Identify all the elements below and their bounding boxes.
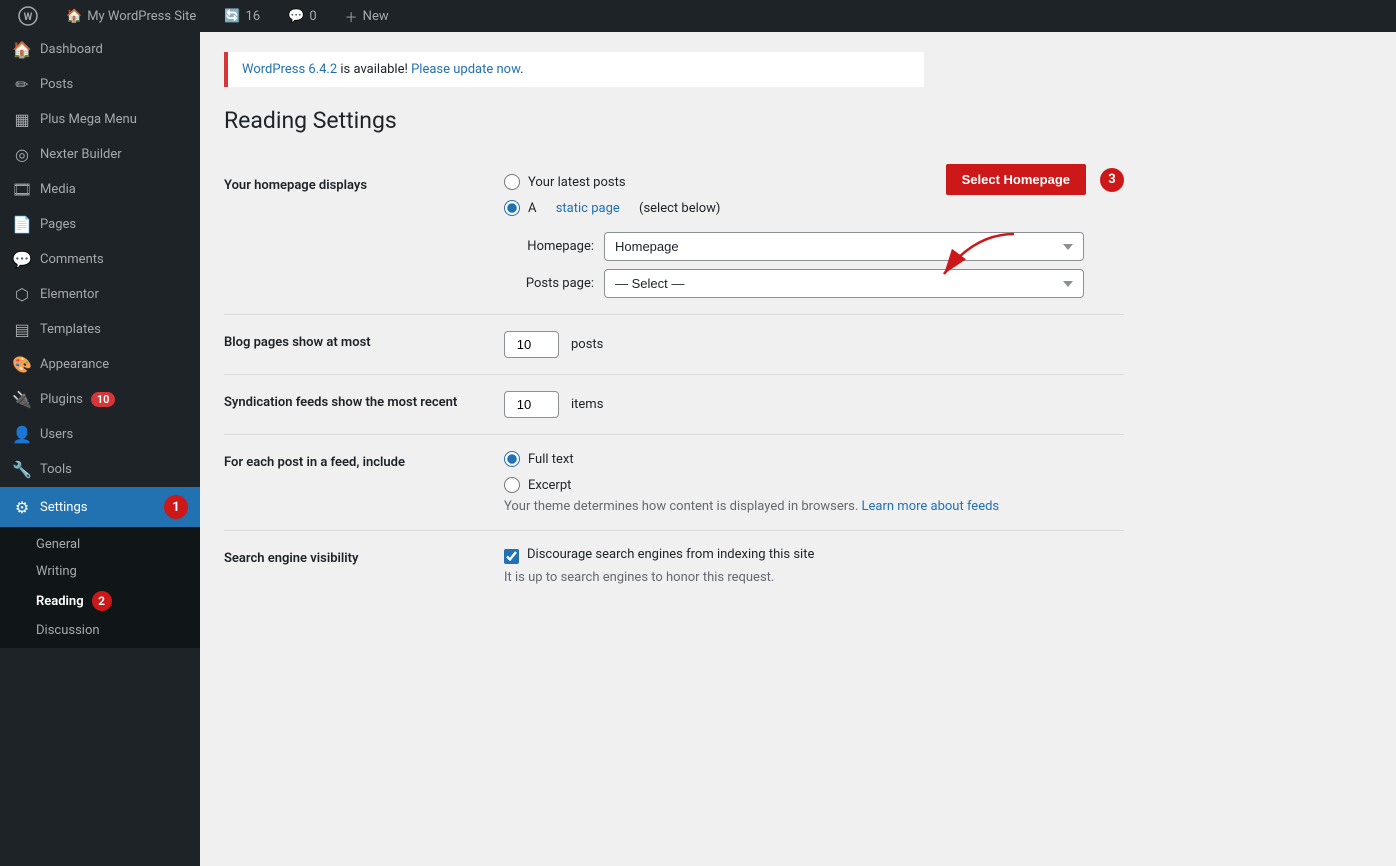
sidebar-sub-writing[interactable]: Writing [0,558,200,585]
select-homepage-button[interactable]: Select Homepage [946,164,1086,195]
posts-page-select[interactable]: — Select — [604,269,1084,298]
update-notice: WordPress 6.4.2 is available! Please upd… [224,52,924,87]
plus-icon: ＋ [345,7,358,26]
blog-pages-field: posts [504,315,1124,375]
syndication-input[interactable] [504,391,559,418]
new-button[interactable]: ＋ New [339,7,395,26]
sidebar-item-plugins[interactable]: 🔌 Plugins 10 [0,382,200,417]
sidebar-item-mega-menu[interactable]: ▦ Plus Mega Menu [0,102,200,137]
sidebar-item-elementor[interactable]: ⬡ Elementor [0,277,200,312]
wordpress-update-link[interactable]: WordPress 6.4.2 [242,62,337,77]
sidebar: 🏠 Dashboard ✏ Posts ▦ Plus Mega Menu ◎ N… [0,32,200,866]
sidebar-sub-reading[interactable]: Reading 2 [0,585,200,617]
full-text-option[interactable]: Full text [504,451,1124,467]
posts-page-select-row: Posts page: — Select — [504,269,1124,298]
media-icon: 🎞 [12,180,32,199]
static-page-link[interactable]: static page [556,201,620,216]
sidebar-item-nexter-builder[interactable]: ◎ Nexter Builder [0,137,200,172]
sidebar-item-settings[interactable]: ⚙ Settings 1 [0,487,200,527]
homepage-displays-label: Your homepage displays [224,158,504,315]
blog-pages-suffix: posts [571,337,603,352]
home-icon: 🏠 [66,9,82,24]
main-content: WordPress 6.4.2 is available! Please upd… [200,32,1396,866]
search-visibility-label: Search engine visibility [224,531,504,602]
layout: 🏠 Dashboard ✏ Posts ▦ Plus Mega Menu ◎ N… [0,32,1396,866]
static-page-radio[interactable] [504,200,520,216]
search-visibility-description: It is up to search engines to honor this… [504,570,1124,585]
sidebar-sub-discussion[interactable]: Discussion [0,617,200,644]
feed-include-row: For each post in a feed, include Full te… [224,435,1124,531]
pages-icon: 📄 [12,215,32,234]
search-visibility-option[interactable]: Discourage search engines from indexing … [504,547,1124,564]
search-visibility-row: Search engine visibility Discourage sear… [224,531,1124,602]
annotation-circle-1: 1 [164,495,188,519]
appearance-icon: 🎨 [12,355,32,374]
homepage-select-label: Homepage: [504,239,594,254]
svg-text:W: W [24,12,33,23]
sidebar-item-users[interactable]: 👤 Users [0,417,200,452]
syndication-suffix: items [571,397,603,412]
site-name-button[interactable]: 🏠 My WordPress Site [60,9,202,24]
sidebar-item-templates[interactable]: ▤ Templates [0,312,200,347]
page-title: Reading Settings [224,107,1372,134]
dashboard-icon: 🏠 [12,40,32,59]
syndication-field: items [504,375,1124,435]
excerpt-option[interactable]: Excerpt [504,477,1124,493]
updates-icon: 🔄 [224,9,240,24]
elementor-icon: ⬡ [12,285,32,304]
posts-icon: ✏ [12,75,32,94]
posts-page-label: Posts page: [504,276,594,291]
learn-more-feeds-link[interactable]: Learn more about feeds [862,499,1000,514]
search-visibility-checkbox[interactable] [504,549,519,564]
homepage-select[interactable]: Homepage [604,232,1084,261]
comments-nav-icon: 💬 [12,250,32,269]
homepage-displays-row: Your homepage displays Select Homepage 3 [224,158,1124,315]
plugins-badge: 10 [91,392,116,407]
annotation-circle-3: 3 [1100,168,1124,192]
sidebar-item-appearance[interactable]: 🎨 Appearance [0,347,200,382]
sidebar-sub-general[interactable]: General [0,531,200,558]
search-visibility-field: Discourage search engines from indexing … [504,531,1124,602]
comments-icon: 💬 [288,9,304,24]
settings-table: Your homepage displays Select Homepage 3 [224,158,1124,601]
feed-include-field: Full text Excerpt Your theme determines … [504,435,1124,531]
feed-radio-group: Full text Excerpt [504,451,1124,493]
wp-logo-button[interactable]: W [12,6,44,26]
sidebar-item-comments[interactable]: 💬 Comments [0,242,200,277]
homepage-displays-field: Select Homepage 3 Your latest posts [504,158,1124,315]
blog-pages-label: Blog pages show at most [224,315,504,375]
feed-description: Your theme determines how content is dis… [504,499,1124,514]
sidebar-item-posts[interactable]: ✏ Posts [0,67,200,102]
static-page-option[interactable]: A static page (select below) [504,200,1124,216]
latest-posts-radio[interactable] [504,174,520,190]
settings-submenu: General Writing Reading 2 Discussion [0,527,200,648]
tools-icon: 🔧 [12,460,32,479]
full-text-radio[interactable] [504,451,520,467]
homepage-select-row: Homepage: Homepage [504,232,1124,261]
users-icon: 👤 [12,425,32,444]
excerpt-radio[interactable] [504,477,520,493]
annotation-circle-2: 2 [92,591,112,611]
blog-pages-row: Blog pages show at most posts [224,315,1124,375]
syndication-row: Syndication feeds show the most recent i… [224,375,1124,435]
settings-icon: ⚙ [12,498,32,517]
nexter-icon: ◎ [12,145,32,164]
blog-pages-input[interactable] [504,331,559,358]
sidebar-item-pages[interactable]: 📄 Pages [0,207,200,242]
syndication-label: Syndication feeds show the most recent [224,375,504,435]
sidebar-item-media[interactable]: 🎞 Media [0,172,200,207]
feed-include-label: For each post in a feed, include [224,435,504,531]
plugins-icon: 🔌 [12,390,32,409]
mega-menu-icon: ▦ [12,110,32,129]
sidebar-item-dashboard[interactable]: 🏠 Dashboard [0,32,200,67]
comments-button[interactable]: 💬 0 [282,9,323,24]
please-update-link[interactable]: Please update now [411,62,520,77]
admin-bar: W 🏠 My WordPress Site 🔄 16 💬 0 ＋ New [0,0,1396,32]
updates-button[interactable]: 🔄 16 [218,9,266,24]
sidebar-item-tools[interactable]: 🔧 Tools [0,452,200,487]
templates-icon: ▤ [12,320,32,339]
